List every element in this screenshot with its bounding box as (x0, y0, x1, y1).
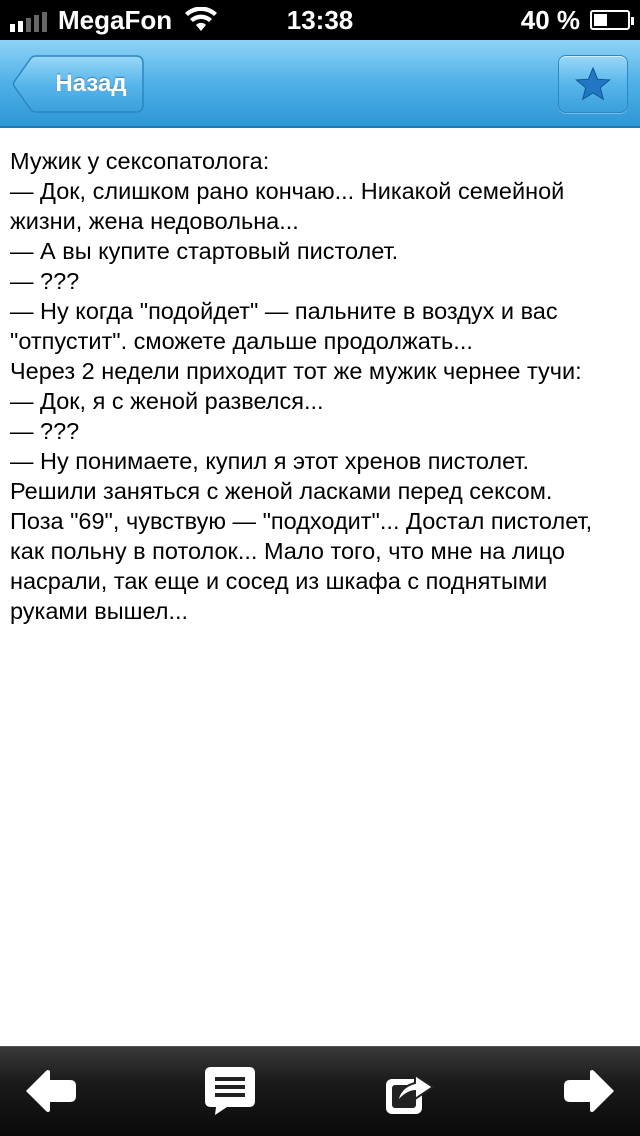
share-button[interactable] (380, 1063, 440, 1119)
joke-line: насрали, так еще и сосед из шкафа с подн… (10, 568, 548, 594)
joke-line: — Док, я с женой развелся... (10, 388, 324, 414)
joke-line: — ??? (10, 268, 80, 294)
joke-line: Поза "69", чувствую — "подходит"... Дост… (10, 508, 593, 534)
arrow-left-icon (26, 1070, 76, 1112)
arrow-right-icon (564, 1070, 614, 1112)
share-icon (386, 1073, 435, 1114)
app-screen: MegaFon 13:38 40 % Назад Мужик у сексопа… (0, 0, 640, 1136)
joke-line: — ??? (10, 418, 80, 444)
battery-icon (590, 10, 634, 30)
joke-line: — Ну понимаете, купил я этот хренов пист… (10, 448, 530, 474)
joke-line: руками вышел... (10, 598, 189, 624)
bottom-toolbar (0, 1046, 640, 1136)
favorite-button[interactable] (558, 55, 628, 113)
star-icon (575, 67, 611, 101)
previous-button[interactable] (20, 1063, 80, 1119)
joke-line: Мужик у сексопатолога: (10, 148, 270, 174)
back-button[interactable]: Назад (12, 55, 144, 113)
joke-line: — Док, слишком рано кончаю... Никакой се… (10, 178, 565, 204)
joke-line: жизни, жена недовольна... (10, 208, 299, 234)
comments-button[interactable] (200, 1063, 260, 1119)
joke-text: Мужик у сексопатолога: — Док, слишком ран… (0, 128, 640, 626)
comments-icon (205, 1067, 255, 1115)
joke-line: — А вы купите стартовый пистолет. (10, 238, 399, 264)
joke-line: Решили заняться с женой ласками перед се… (10, 478, 553, 504)
battery-percent: 40 % (520, 5, 580, 35)
next-button[interactable] (560, 1063, 620, 1119)
joke-line: "отпустит". сможете дальше продолжать... (10, 328, 473, 354)
battery-level (594, 14, 607, 26)
status-bar: MegaFon 13:38 40 % (0, 0, 640, 40)
back-button-label: Назад (55, 70, 127, 97)
joke-line: как польну в потолок... Мало того, что м… (10, 538, 565, 564)
joke-line: Через 2 недели приходит тот же мужик чер… (10, 358, 582, 384)
joke-content: Мужик у сексопатолога: — Док, слишком ран… (0, 128, 640, 1046)
navigation-bar: Назад (0, 40, 640, 128)
status-right: 40 % (520, 4, 634, 36)
joke-line: — Ну когда "подойдет" — пальните в возду… (10, 298, 558, 324)
